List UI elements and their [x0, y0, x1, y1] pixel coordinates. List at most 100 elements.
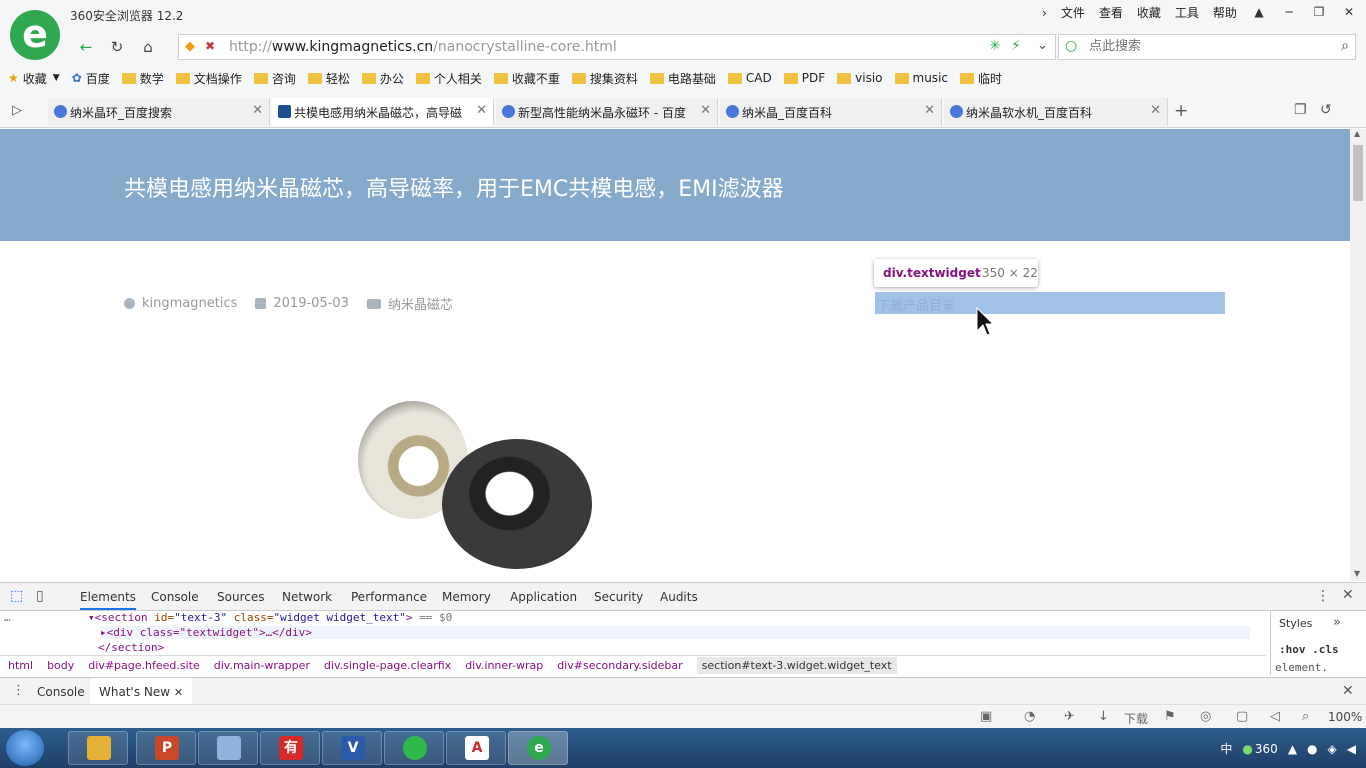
menu-help[interactable]: 帮助	[1213, 4, 1237, 21]
breadcrumb-item[interactable]: div#secondary.sidebar	[557, 659, 682, 672]
close-icon[interactable]: ✕	[174, 686, 183, 699]
refresh-status-icon[interactable]: ✳	[989, 38, 1001, 54]
undo-close-icon[interactable]: ↺	[1320, 102, 1332, 118]
taskbar-pdf[interactable]: A	[446, 731, 506, 765]
breadcrumb-item[interactable]: div.main-wrapper	[214, 659, 310, 672]
bookmark-folder[interactable]: 办公	[361, 70, 404, 87]
close-devtools-icon[interactable]: ✕	[1342, 587, 1354, 603]
back-button[interactable]: ←	[74, 36, 98, 58]
home-button[interactable]: ⌂	[136, 36, 160, 58]
taskbar-powerpoint[interactable]: P	[136, 731, 196, 765]
tab-current-page[interactable]: 共模电感用纳米晶磁芯，高导磁 ✕	[272, 98, 494, 126]
window-icon[interactable]: ▢	[1236, 709, 1248, 724]
breadcrumb-item[interactable]: div.inner-wrap	[465, 659, 543, 672]
bookmark-folder[interactable]: 轻松	[307, 70, 350, 87]
breadcrumb-item[interactable]: div.single-page.clearfix	[324, 659, 451, 672]
scroll-down-icon[interactable]: ▼	[1354, 569, 1360, 578]
menu-tools[interactable]: 工具	[1175, 4, 1199, 21]
bookmark-folder[interactable]: 咨询	[253, 70, 296, 87]
bookmark-folder[interactable]: 个人相关	[415, 70, 482, 87]
devtools-tab-elements[interactable]: Elements	[80, 590, 136, 610]
bookmark-folder[interactable]: visio	[837, 71, 883, 85]
minimize-button[interactable]: ─	[1276, 2, 1302, 22]
address-url[interactable]: http://www.kingmagnetics.cn/nanocrystall…	[229, 39, 617, 55]
styles-tab[interactable]: Styles	[1279, 617, 1312, 630]
tab-close-icon[interactable]: ✕	[700, 103, 711, 118]
menu-favorites[interactable]: 收藏	[1137, 4, 1161, 21]
flag-icon[interactable]: ⚑	[1164, 709, 1176, 724]
address-bar[interactable]: ◆ ✖ http://www.kingmagnetics.cn/nanocrys…	[178, 34, 1056, 60]
menu-view[interactable]: 查看	[1099, 4, 1123, 21]
tab-list-icon[interactable]: ❐	[1294, 102, 1307, 118]
author-name[interactable]: kingmagnetics	[142, 296, 237, 311]
dom-node-section-close[interactable]: </section>	[98, 641, 164, 654]
speed-icon[interactable]: ◔	[1024, 709, 1035, 724]
zoom-icon[interactable]: ⌕	[1302, 709, 1309, 724]
download-icon[interactable]: ↓	[1098, 709, 1109, 724]
download-catalog-link[interactable]: 下载产品目录	[877, 295, 955, 314]
download-label[interactable]: 下载	[1124, 710, 1148, 727]
scroll-up-icon[interactable]: ▲	[1354, 129, 1360, 138]
taskbar-youdao[interactable]: 有	[260, 731, 320, 765]
tab-baike-nanocrystal[interactable]: 纳米晶_百度百科 ✕	[720, 98, 942, 126]
maximize-button[interactable]: ❐	[1306, 2, 1332, 22]
devtools-tab-sources[interactable]: Sources	[217, 590, 264, 604]
taskbar-visio[interactable]: V	[322, 731, 382, 765]
taskbar-360browser[interactable]: e	[508, 731, 568, 765]
sidebar-toggle-icon[interactable]: ▷	[12, 103, 22, 118]
shield-tray-icon[interactable]: ◈	[1328, 742, 1337, 756]
volume-tray-icon[interactable]: ◀	[1347, 742, 1356, 756]
page-scrollbar[interactable]: ▲ ▼	[1350, 129, 1366, 581]
menu-file[interactable]: 文件	[1061, 4, 1085, 21]
inspected-element-highlight[interactable]: 下载产品目录	[875, 292, 1225, 314]
security-360-icon[interactable]: ●	[1242, 742, 1252, 756]
drawer-tab-console[interactable]: Console	[37, 685, 85, 699]
more-options-icon[interactable]: ⋮	[1316, 588, 1330, 604]
taskbar-explorer[interactable]	[68, 731, 128, 765]
dom-node-textwidget[interactable]: ▸<div class="textwidget">…</div>	[100, 626, 1250, 639]
bookmark-folder[interactable]: 搜集资料	[571, 70, 638, 87]
lock-icon[interactable]: ✖	[205, 39, 215, 53]
search-input[interactable]	[1089, 39, 1319, 54]
bookmark-folder[interactable]: music	[894, 71, 948, 85]
devtools-tab-console[interactable]: Console	[151, 590, 199, 604]
bookmark-folder[interactable]: 电路基础	[649, 70, 716, 87]
tab-close-icon[interactable]: ✕	[1150, 103, 1161, 118]
devtools-tab-network[interactable]: Network	[282, 590, 332, 604]
devtools-tab-performance[interactable]: Performance	[351, 590, 427, 604]
drawer-tab-whats-new[interactable]: What's New ✕	[90, 678, 193, 706]
ellipsis-icon[interactable]: …	[4, 611, 11, 624]
bookmark-folder[interactable]: 收藏不重	[493, 70, 560, 87]
device-toggle-icon[interactable]: ▯	[36, 588, 44, 604]
breadcrumb-item[interactable]: html	[8, 659, 33, 672]
shirt-icon[interactable]: ▲	[1246, 2, 1272, 22]
wechat-tray-icon[interactable]: ●	[1307, 742, 1317, 756]
pin-icon[interactable]: ✈	[1064, 709, 1075, 724]
tab-close-icon[interactable]: ✕	[924, 103, 935, 118]
bookmark-folder[interactable]: CAD	[727, 71, 772, 85]
search-box[interactable]: ○ ⌕	[1058, 34, 1356, 60]
tab-close-icon[interactable]: ✕	[476, 103, 487, 118]
breadcrumb-item-current[interactable]: section#text-3.widget.widget_text	[696, 657, 897, 674]
devtools-tab-memory[interactable]: Memory	[442, 590, 491, 604]
browser-logo-icon[interactable]	[10, 10, 60, 60]
styles-filter[interactable]: :hov .cls	[1279, 643, 1339, 656]
tab-baike-softener[interactable]: 纳米晶软水机_百度百科 ✕	[944, 98, 1168, 126]
tab-close-icon[interactable]: ✕	[252, 103, 263, 118]
bookmark-baidu[interactable]: ✿ 百度	[72, 70, 110, 87]
bookmark-folder[interactable]: 临时	[960, 70, 1002, 87]
devtools-tab-application[interactable]: Application	[510, 590, 577, 604]
lightning-icon[interactable]: ⚡	[1011, 38, 1021, 54]
tray-360-label[interactable]: 360	[1255, 742, 1278, 756]
chevron-down-icon[interactable]: ⌄	[1037, 38, 1048, 53]
breadcrumb-item[interactable]: div#page.hfeed.site	[88, 659, 199, 672]
tab-baidu-magnet[interactable]: 新型高性能纳米晶永磁环 - 百度 ✕	[496, 98, 718, 126]
bookmark-folder[interactable]: PDF	[783, 71, 825, 85]
bookmark-folder[interactable]: 数学	[121, 70, 164, 87]
tray-expand-icon[interactable]: ▲	[1288, 742, 1297, 756]
taskbar-wechat[interactable]	[384, 731, 444, 765]
search-engine-icon[interactable]: ○	[1065, 38, 1077, 54]
inspect-element-icon[interactable]: ⬚	[10, 588, 23, 604]
post-category[interactable]: 纳米晶磁芯	[366, 294, 453, 313]
menu-chevron-icon[interactable]: ›	[1042, 6, 1047, 20]
